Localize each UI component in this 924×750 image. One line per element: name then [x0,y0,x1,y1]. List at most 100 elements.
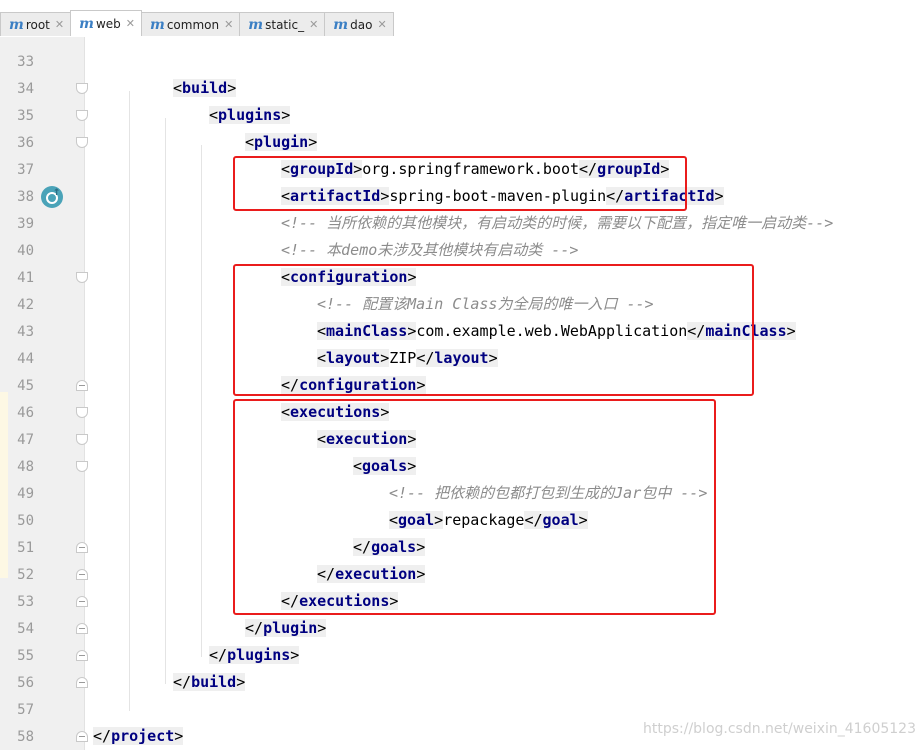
maven-module-icon: m [9,16,24,33]
line-number: 53 [17,594,34,610]
code-text[interactable]: <!-- 当所依赖的其他模块，有启动类的时候，需要以下配置，指定唯一启动类--> [281,210,833,237]
xml-bracket: > [236,673,246,691]
xml-tag-name: build [191,673,237,691]
tab-dao[interactable]: m dao ✕ [324,12,394,36]
line-number: 49 [17,486,34,502]
code-line: 35 <plugins> [0,102,924,129]
code-line: 36 <plugin> [0,129,924,156]
maven-module-icon: m [79,15,94,32]
close-icon[interactable]: ✕ [309,18,318,31]
xml-tag-name: plugins [227,646,291,664]
line-number: 40 [17,243,34,259]
highlight-box-plugin-coordinates [233,156,687,211]
code-text[interactable]: </plugins> [209,642,300,669]
fold-open-icon[interactable] [76,83,88,94]
line-number: 42 [17,297,34,313]
xml-bracket: > [281,106,291,124]
xml-tag-name: plugin [254,133,309,151]
xml-comment: <!-- 本demo未涉及其他模块有启动类 --> [281,241,579,259]
code-text[interactable]: <plugins> [209,102,291,129]
xml-comment: <!-- 当所依赖的其他模块，有启动类的时候，需要以下配置，指定唯一启动类--> [281,214,834,232]
fold-open-icon[interactable] [76,407,88,418]
xml-bracket: </ [173,673,192,691]
tab-static[interactable]: m static_ ✕ [239,12,326,36]
fold-open-icon[interactable] [76,137,88,148]
code-line: 57 [0,696,924,723]
code-text[interactable]: </build> [173,669,246,696]
line-number: 35 [17,108,34,124]
line-number: 41 [17,270,34,286]
fold-close-icon[interactable] [76,542,88,553]
close-icon[interactable]: ✕ [126,17,135,30]
fold-close-icon[interactable] [76,731,88,742]
line-number: 44 [17,351,34,367]
line-number: 52 [17,567,34,583]
maven-module-icon: m [149,16,165,33]
close-icon[interactable]: ✕ [224,18,233,31]
line-number: 54 [17,621,34,637]
fold-open-icon[interactable] [76,434,88,445]
highlight-box-configuration [233,264,754,396]
line-number: 36 [17,135,34,151]
code-line: 55 </plugins> [0,642,924,669]
maven-module-icon: m [333,16,349,33]
code-text[interactable]: <build> [173,75,237,102]
line-number: 38 [17,189,34,205]
line-number: 51 [17,540,34,556]
line-number: 46 [17,405,34,421]
tab-label: static_ [265,17,305,32]
fold-close-icon[interactable] [76,569,88,580]
close-icon[interactable]: ✕ [55,18,64,31]
close-icon[interactable]: ✕ [377,18,386,31]
fold-open-icon[interactable] [76,272,88,283]
line-number: 34 [17,81,34,97]
xml-bracket: > [174,727,184,745]
fold-open-icon[interactable] [76,110,88,121]
tab-label: web [95,16,121,31]
line-number: 33 [17,54,34,70]
code-text[interactable]: </plugin> [245,615,327,642]
watermark: https://blog.csdn.net/weixin_41605123 [642,721,916,737]
code-text[interactable]: <plugin> [245,129,318,156]
spring-boot-run-icon[interactable]: ↑ [41,184,63,208]
tab-root[interactable]: m root ✕ [0,12,72,36]
fold-close-icon[interactable] [76,596,88,607]
line-number: 37 [17,162,34,178]
line-number: 43 [17,324,34,340]
line-number: 55 [17,648,34,664]
tab-common[interactable]: m common ✕ [140,12,241,36]
tab-label: root [25,17,50,32]
line-number: 50 [17,513,34,529]
fold-close-icon[interactable] [76,677,88,688]
xml-tag-name: build [182,79,228,97]
fold-close-icon[interactable] [76,650,88,661]
fold-open-icon[interactable] [76,461,88,472]
editor-tab-bar: m root ✕ m web ✕ m common ✕ m static_ ✕ m dao ✕ [0,0,924,38]
xml-bracket: < [209,106,219,124]
xml-bracket: </ [93,727,112,745]
xml-bracket: </ [245,619,264,637]
tab-label: dao [350,17,373,32]
line-number: 56 [17,675,34,691]
fold-close-icon[interactable] [76,623,88,634]
xml-bracket: </ [209,646,228,664]
tab-web[interactable]: m web ✕ [70,10,142,36]
maven-module-icon: m [248,16,264,33]
xml-bracket: > [714,187,724,205]
xml-bracket: > [786,322,796,340]
fold-close-icon[interactable] [76,380,88,391]
code-line: 33 [0,48,924,75]
line-number: 48 [17,459,34,475]
tab-strip: m root ✕ m web ✕ m common ✕ m static_ ✕ m dao ✕ [0,10,394,37]
xml-bracket: < [245,133,255,151]
code-text[interactable]: </project> [93,723,184,750]
line-number: 45 [17,378,34,394]
code-text[interactable]: <!-- 本demo未涉及其他模块有启动类 --> [281,237,578,264]
xml-bracket: < [173,79,183,97]
xml-tag-name: project [111,727,175,745]
line-number: 39 [17,216,34,232]
code-line: 56 </build> [0,669,924,696]
xml-bracket: > [308,133,318,151]
xml-tag-name: plugins [218,106,282,124]
xml-bracket: > [290,646,300,664]
